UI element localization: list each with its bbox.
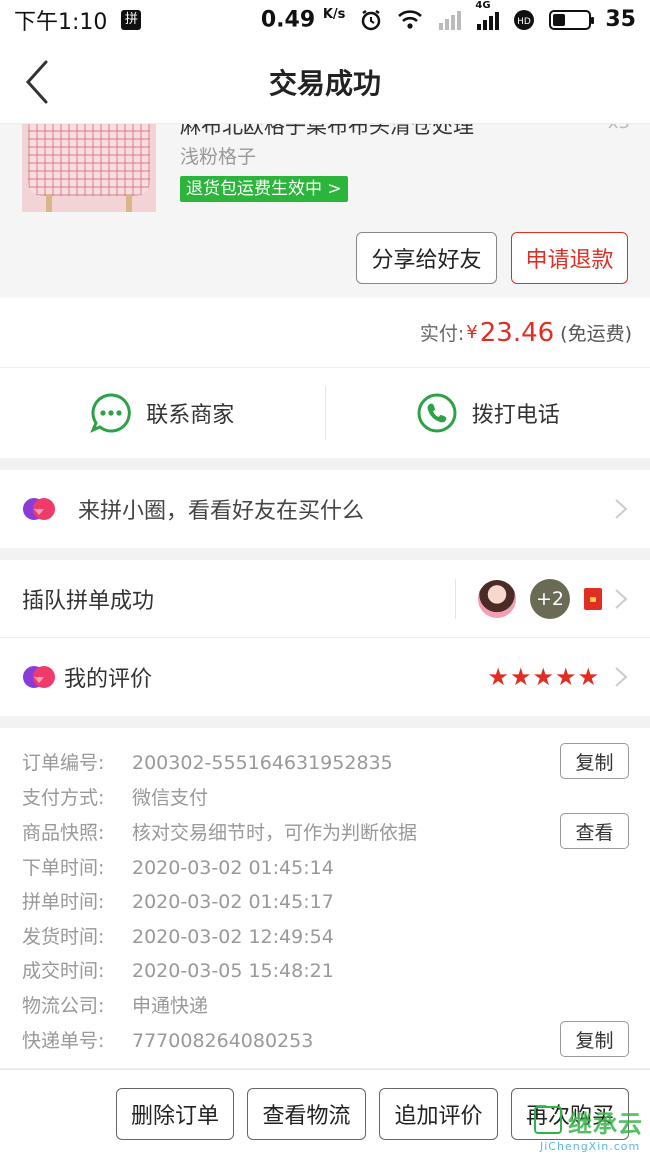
contact-merchant-label: 联系商家 bbox=[146, 403, 235, 428]
product-quantity: x3 bbox=[608, 124, 630, 133]
ship-time-row: 发货时间: 2020-03-02 12:49:54 bbox=[22, 926, 334, 948]
product-name: 麻布北欧格子桌布布头清仓处理 bbox=[180, 124, 474, 138]
page-title: 交易成功 bbox=[268, 66, 381, 100]
alarm-icon bbox=[362, 9, 381, 31]
contact-merchant-button[interactable]: 联系商家 bbox=[0, 368, 325, 458]
friend-circle-text: 来拼小圈，看看好友在买什么 bbox=[78, 499, 365, 524]
paid-amount: 23.46 bbox=[479, 317, 555, 348]
return-shipping-badge[interactable]: 退货包运费生效中 > bbox=[180, 176, 348, 202]
group-status-text: 插队拼单成功 bbox=[22, 588, 155, 614]
circle-logo-icon bbox=[23, 666, 55, 688]
tracking-number: 777008264080253 bbox=[132, 1030, 314, 1052]
call-phone-button[interactable]: 拨打电话 bbox=[326, 368, 650, 458]
currency-symbol: ¥ bbox=[466, 322, 478, 343]
signal-weak-icon bbox=[439, 10, 462, 30]
add-review-button[interactable]: 追加评价 bbox=[379, 1088, 498, 1140]
chevron-right-icon bbox=[615, 667, 628, 687]
network-speed: 0.49 K/s bbox=[260, 7, 346, 33]
payment-summary: 实付: ¥ 23.46 (免运费) bbox=[0, 298, 650, 368]
signal-4g-icon: 4G bbox=[475, 0, 500, 30]
paid-label: 实付: bbox=[419, 323, 465, 345]
group-status-row[interactable]: 插队拼单成功 +2 bbox=[0, 560, 650, 638]
order-number-row: 订单编号: 200302-555164631952835 bbox=[22, 752, 393, 774]
app-notification-icon: 拼 bbox=[121, 10, 142, 30]
battery-icon bbox=[549, 9, 595, 30]
delete-order-button[interactable]: 删除订单 bbox=[116, 1088, 234, 1140]
copy-order-number-button[interactable]: 复制 bbox=[560, 743, 629, 779]
chevron-right-icon bbox=[615, 588, 628, 609]
friend-circle-row[interactable]: 来拼小圈，看看好友在买什么 bbox=[0, 470, 650, 548]
order-info-panel: 订单编号: 200302-555164631952835 支付方式: 微信支付 商品… bbox=[0, 728, 650, 1068]
call-phone-label: 拨打电话 bbox=[471, 403, 560, 428]
chat-bubble-icon bbox=[90, 393, 132, 433]
chevron-right-icon bbox=[615, 499, 628, 519]
wifi-icon bbox=[398, 10, 423, 29]
courier-row: 物流公司: 申通快递 bbox=[22, 995, 209, 1017]
group-review-card: 插队拼单成功 +2 我的评价 ★★★★★ bbox=[0, 560, 650, 716]
share-friend-button[interactable]: 分享给好友 bbox=[356, 232, 497, 284]
circle-logo-icon bbox=[23, 498, 55, 520]
extra-members-count[interactable]: +2 bbox=[530, 578, 570, 619]
back-arrow-icon[interactable] bbox=[22, 58, 62, 106]
avatar[interactable] bbox=[478, 579, 516, 618]
rating-stars: ★★★★★ bbox=[487, 663, 600, 691]
request-refund-button[interactable]: 申请退款 bbox=[511, 232, 628, 284]
svg-text:HD: HD bbox=[518, 17, 532, 27]
page-header: 交易成功 bbox=[0, 40, 650, 124]
phone-icon bbox=[417, 393, 457, 433]
status-time: 下午1:10 bbox=[14, 10, 108, 35]
order-number: 200302-555164631952835 bbox=[132, 752, 393, 774]
contact-row: 联系商家 拨打电话 bbox=[0, 368, 650, 458]
chevron-right-icon: > bbox=[327, 179, 342, 199]
battery-level: 35 bbox=[605, 7, 636, 33]
my-review-label: 我的评价 bbox=[64, 667, 153, 692]
product-spec: 浅粉格子 bbox=[180, 146, 257, 168]
deal-time-row: 成交时间: 2020-03-05 15:48:21 bbox=[22, 960, 334, 982]
snapshot-row: 商品快照: 核对交易细节时，可作为判断依据 bbox=[22, 822, 418, 844]
red-packet-icon[interactable] bbox=[584, 587, 602, 610]
shipping-note: (免运费) bbox=[560, 323, 632, 345]
view-logistics-button[interactable]: 查看物流 bbox=[247, 1088, 366, 1140]
copy-tracking-number-button[interactable]: 复制 bbox=[560, 1021, 629, 1057]
order-time-row: 下单时间: 2020-03-02 01:45:14 bbox=[22, 857, 334, 879]
hd-icon: HD bbox=[514, 9, 535, 30]
product-thumbnail[interactable] bbox=[22, 124, 156, 212]
watermark-logo: 继承云 JiChengXin.com bbox=[534, 1100, 650, 1155]
group-time-row: 拼单时间: 2020-03-02 01:45:17 bbox=[22, 891, 334, 913]
payment-method-row: 支付方式: 微信支付 bbox=[22, 787, 209, 809]
my-review-row[interactable]: 我的评价 ★★★★★ bbox=[0, 638, 650, 716]
product-card[interactable]: 麻布北欧格子桌布布头清仓处理 x3 浅粉格子 退货包运费生效中 > 分享给好友 … bbox=[0, 124, 650, 298]
status-bar: 下午1:10 拼 0.49 K/s 4G HD 35 bbox=[0, 0, 650, 40]
view-snapshot-button[interactable]: 查看 bbox=[560, 813, 629, 849]
tracking-number-row: 快递单号: 777008264080253 bbox=[22, 1030, 314, 1052]
